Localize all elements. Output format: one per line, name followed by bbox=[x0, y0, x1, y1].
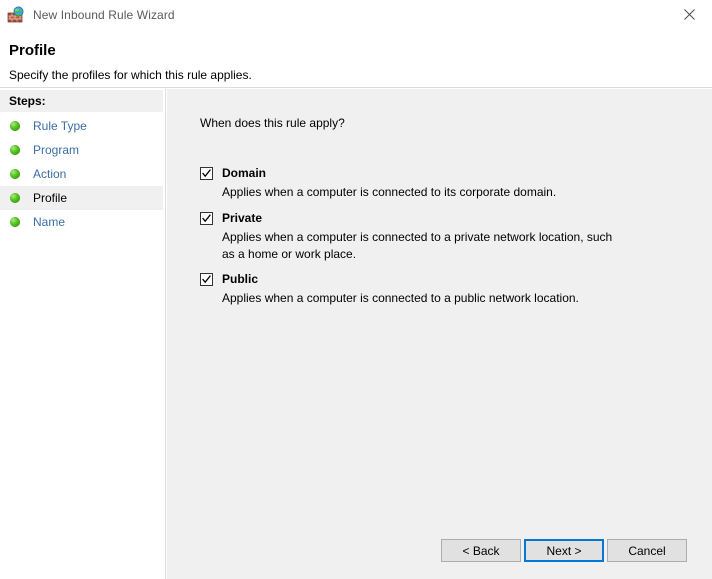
green-orb-icon bbox=[10, 145, 20, 155]
steps-list: Rule Type Program Action Profile Name bbox=[0, 114, 163, 234]
option-label: Private bbox=[222, 211, 263, 225]
close-button[interactable] bbox=[666, 0, 712, 29]
page-header: Profile Specify the profiles for which t… bbox=[0, 29, 712, 88]
sidebar-item-label: Profile bbox=[33, 191, 68, 205]
profile-options-group: Domain Applies when a computer is connec… bbox=[200, 165, 690, 316]
page-subtitle: Specify the profiles for which this rule… bbox=[9, 68, 252, 82]
page-title: Profile bbox=[9, 42, 56, 59]
firewall-globe-icon bbox=[7, 6, 25, 24]
sidebar-item-name[interactable]: Name bbox=[0, 210, 163, 234]
sidebar-item-action[interactable]: Action bbox=[0, 162, 163, 186]
public-checkbox[interactable] bbox=[200, 273, 213, 286]
green-orb-icon bbox=[10, 169, 20, 179]
main-content-pane: When does this rule apply? Domain Applie… bbox=[167, 89, 712, 579]
sidebar-item-label: Name bbox=[33, 215, 66, 229]
green-orb-icon bbox=[10, 121, 20, 131]
sidebar-item-label: Rule Type bbox=[33, 119, 87, 133]
option-description: Applies when a computer is connected to … bbox=[222, 185, 557, 199]
back-button[interactable]: < Back bbox=[441, 539, 521, 562]
sidebar-item-profile[interactable]: Profile bbox=[0, 186, 163, 210]
window-title: New Inbound Rule Wizard bbox=[33, 7, 175, 22]
title-bar: New Inbound Rule Wizard bbox=[0, 0, 712, 29]
option-description: Applies when a computer is connected to … bbox=[222, 291, 579, 305]
sidebar-item-label: Action bbox=[33, 167, 67, 181]
sidebar-item-label: Program bbox=[33, 143, 80, 157]
sidebar-item-rule-type[interactable]: Rule Type bbox=[0, 114, 163, 138]
domain-checkbox[interactable] bbox=[200, 167, 213, 180]
next-button[interactable]: Next > bbox=[524, 539, 604, 562]
option-domain: Domain Applies when a computer is connec… bbox=[200, 165, 690, 201]
option-label: Public bbox=[222, 272, 259, 286]
question-label: When does this rule apply? bbox=[200, 116, 345, 130]
sidebar-item-program[interactable]: Program bbox=[0, 138, 163, 162]
private-checkbox[interactable] bbox=[200, 212, 213, 225]
steps-sidebar: Steps: Rule Type Program Action Profile … bbox=[0, 89, 166, 579]
option-label: Domain bbox=[222, 166, 267, 180]
green-orb-icon bbox=[10, 193, 20, 203]
steps-header: Steps: bbox=[0, 90, 163, 112]
option-public: Public Applies when a computer is connec… bbox=[200, 271, 690, 307]
cancel-button[interactable]: Cancel bbox=[607, 539, 687, 562]
steps-heading: Steps: bbox=[9, 94, 46, 108]
wizard-button-row: < Back Next > Cancel bbox=[167, 535, 712, 579]
option-private: Private Applies when a computer is conne… bbox=[200, 210, 690, 263]
option-description: Applies when a computer is connected to … bbox=[222, 230, 613, 261]
green-orb-icon bbox=[10, 217, 20, 227]
